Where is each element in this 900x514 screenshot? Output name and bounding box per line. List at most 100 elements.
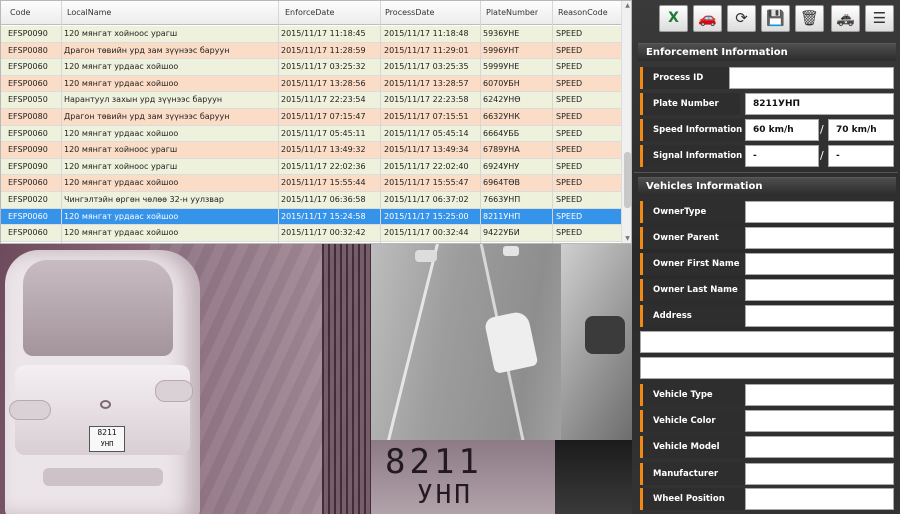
plate-crop-letters: УНП — [417, 480, 473, 510]
cell-code: EFSP0080 — [8, 45, 48, 55]
manufacturer-field[interactable] — [745, 463, 894, 485]
cell-localname: 120 мянгат урдаас хойшоо — [64, 128, 179, 138]
column-divider — [480, 1, 481, 243]
vehicle-button[interactable]: 🚗 — [693, 5, 722, 32]
table-row[interactable]: EFSP0080 Драгон төвийн урд зам зүүнээс ба… — [1, 42, 621, 60]
signal-information-label: Signal Information — [640, 145, 744, 167]
car-icon: 🚗 — [698, 9, 717, 27]
column-divider — [278, 1, 279, 243]
cell-localname: 120 мянгат урдаас хойшоо — [64, 211, 179, 221]
cell-processdate: 2015/11/17 03:25:35 — [384, 62, 469, 72]
cell-code: EFSP0060 — [8, 211, 48, 221]
speed-field[interactable]: 60 km/h — [745, 119, 819, 141]
save-button[interactable]: 💾 — [761, 5, 790, 32]
cell-code: EFSP0060 — [8, 228, 48, 238]
plate-number-field[interactable]: 8211УНП — [745, 93, 894, 115]
address-line-3-field[interactable] — [640, 357, 894, 379]
table-row[interactable]: EFSP0050 Нарантуул захын урд зүүнээс бару… — [1, 92, 621, 109]
guard-rail — [322, 244, 371, 514]
plate-crop-image: 8211 УНП — [371, 440, 555, 514]
table-row[interactable]: EFSP0020 Чингэлтэйн өргөн чөлөө 32-н уулз… — [1, 192, 621, 209]
excel-export-button[interactable]: X — [659, 5, 688, 32]
owner-last-name-field[interactable] — [745, 279, 894, 301]
police-car-button[interactable]: 🚓 — [831, 5, 860, 32]
cell-processdate: 2015/11/17 15:25:00 — [384, 211, 469, 221]
owner-parent-name-label: Owner Parent Name — [640, 227, 746, 265]
address-field[interactable] — [745, 305, 894, 327]
cell-localname: 120 мянгат урдаас хойшоо — [64, 228, 179, 238]
refresh-button[interactable]: ⟳ — [727, 5, 756, 32]
cell-processdate: 2015/11/17 00:32:44 — [384, 228, 469, 238]
scrollbar-thumb[interactable] — [624, 152, 631, 208]
signal-field-b[interactable]: - — [828, 145, 894, 167]
plate-number-text: 8211 — [97, 428, 117, 437]
column-header-code[interactable]: Code — [10, 1, 30, 25]
process-id-field[interactable] — [729, 67, 894, 89]
column-header-enforcedate[interactable]: EnforceDate — [285, 1, 334, 25]
cell-processdate: 2015/11/17 07:15:51 — [384, 112, 469, 121]
cell-reasoncode: SPEED — [556, 195, 583, 204]
dark-car — [585, 316, 625, 354]
table-row[interactable]: EFSP0060 120 мянгат урдаас хойшоо 2015/11/… — [1, 225, 621, 242]
owner-parent-name-field[interactable] — [745, 227, 894, 249]
table-row[interactable]: EFSP0060 120 мянгат урдаас хойшоо 2015/11/… — [1, 208, 621, 226]
column-header-platenumber[interactable]: PlateNumber — [486, 1, 538, 25]
table-row[interactable]: EFSP0080 Драгон төвийн урд зам зүүнээс ба… — [1, 109, 621, 126]
scroll-up-icon[interactable]: ▲ — [624, 2, 631, 10]
car-windshield — [23, 260, 173, 356]
cell-platenumber: 9422УБИ — [483, 228, 520, 238]
vehicle-model-field[interactable] — [745, 436, 894, 458]
cell-processdate: 2015/11/17 05:45:14 — [384, 128, 469, 138]
cell-code: EFSP0020 — [8, 195, 48, 204]
vehicle-color-field[interactable] — [745, 410, 894, 432]
speed-limit-field[interactable]: 70 km/h — [828, 119, 894, 141]
column-header-localname[interactable]: LocalName — [67, 1, 111, 25]
cell-enforcedate: 2015/11/17 03:25:32 — [281, 62, 366, 72]
owner-type-field[interactable] — [745, 201, 894, 223]
cell-localname: 120 мянгат урдаас хойшоо — [64, 62, 179, 72]
signal-field-a[interactable]: - — [745, 145, 819, 167]
table-row[interactable]: EFSP0060 120 мянгат урдаас хойшоо 2015/11/… — [1, 125, 621, 143]
cell-code: EFSP0080 — [8, 112, 48, 121]
section-divider — [634, 172, 898, 173]
table-scrollbar[interactable]: ▲ ▼ — [621, 1, 631, 243]
list-button[interactable]: ☰ — [865, 5, 894, 32]
cell-localname: Драгон төвийн урд зам зүүнээс баруун — [64, 112, 230, 121]
owner-first-name-field[interactable] — [745, 253, 894, 275]
table-row[interactable]: EFSP0060 120 мянгат урдаас хойшоо 2015/11/… — [1, 59, 621, 76]
cell-reasoncode: SPEED — [556, 112, 583, 121]
scroll-down-icon[interactable]: ▼ — [624, 235, 631, 243]
save-icon: 💾 — [766, 9, 785, 27]
cell-processdate: 2015/11/17 11:18:48 — [384, 29, 469, 38]
process-id-label: Process ID — [640, 67, 730, 89]
car-logo-icon — [100, 400, 111, 409]
owner-type-label: OwnerType — [640, 201, 746, 223]
table-row[interactable]: EFSP0090 120 мянгат хойноос урагш 2015/11/… — [1, 158, 621, 176]
column-header-reasoncode[interactable]: ReasonCode — [558, 1, 608, 25]
owner-last-name-label: Owner Last Name — [640, 279, 746, 301]
table-row[interactable]: EFSP0090 120 мянгат хойноос урагш 2015/11/… — [1, 26, 621, 43]
table-row[interactable]: EFSP0090 120 мянгат хойноос урагш 2015/11/… — [1, 142, 621, 159]
table-row[interactable]: EFSP0060 120 мянгат урдаас хойшоо 2015/11/… — [1, 175, 621, 192]
vehicle-type-field[interactable] — [745, 384, 894, 406]
excel-icon: X — [668, 10, 679, 26]
wheel-position-label: Wheel Position — [640, 488, 746, 510]
cell-platenumber: 6632УНК — [483, 112, 520, 121]
cell-platenumber: 6924УНУ — [483, 161, 520, 171]
column-header-processdate[interactable]: ProcessDate — [385, 1, 434, 25]
cell-code: EFSP0060 — [8, 128, 48, 138]
cell-code: EFSP0060 — [8, 178, 48, 188]
cell-reasoncode: SPEED — [556, 78, 583, 88]
cell-reasoncode: SPEED — [556, 145, 583, 155]
cell-localname: 120 мянгат урдаас хойшоо — [64, 78, 179, 88]
cell-enforcedate: 2015/11/17 11:28:59 — [281, 45, 366, 55]
delete-button[interactable]: 🗑 — [795, 5, 824, 32]
cell-reasoncode: SPEED — [556, 178, 583, 188]
address-line-2-field[interactable] — [640, 331, 894, 353]
column-divider — [61, 1, 62, 243]
wheel-position-field[interactable] — [745, 488, 894, 510]
table-row[interactable]: EFSP0060 120 мянгат урдаас хойшоо 2015/11/… — [1, 75, 621, 93]
front-camera-image: 8211 УНП — [0, 244, 371, 514]
manufacturer-label: Manufacturer — [640, 463, 746, 485]
enforcement-table[interactable]: Code LocalName EnforceDate ProcessDate P… — [0, 0, 632, 244]
